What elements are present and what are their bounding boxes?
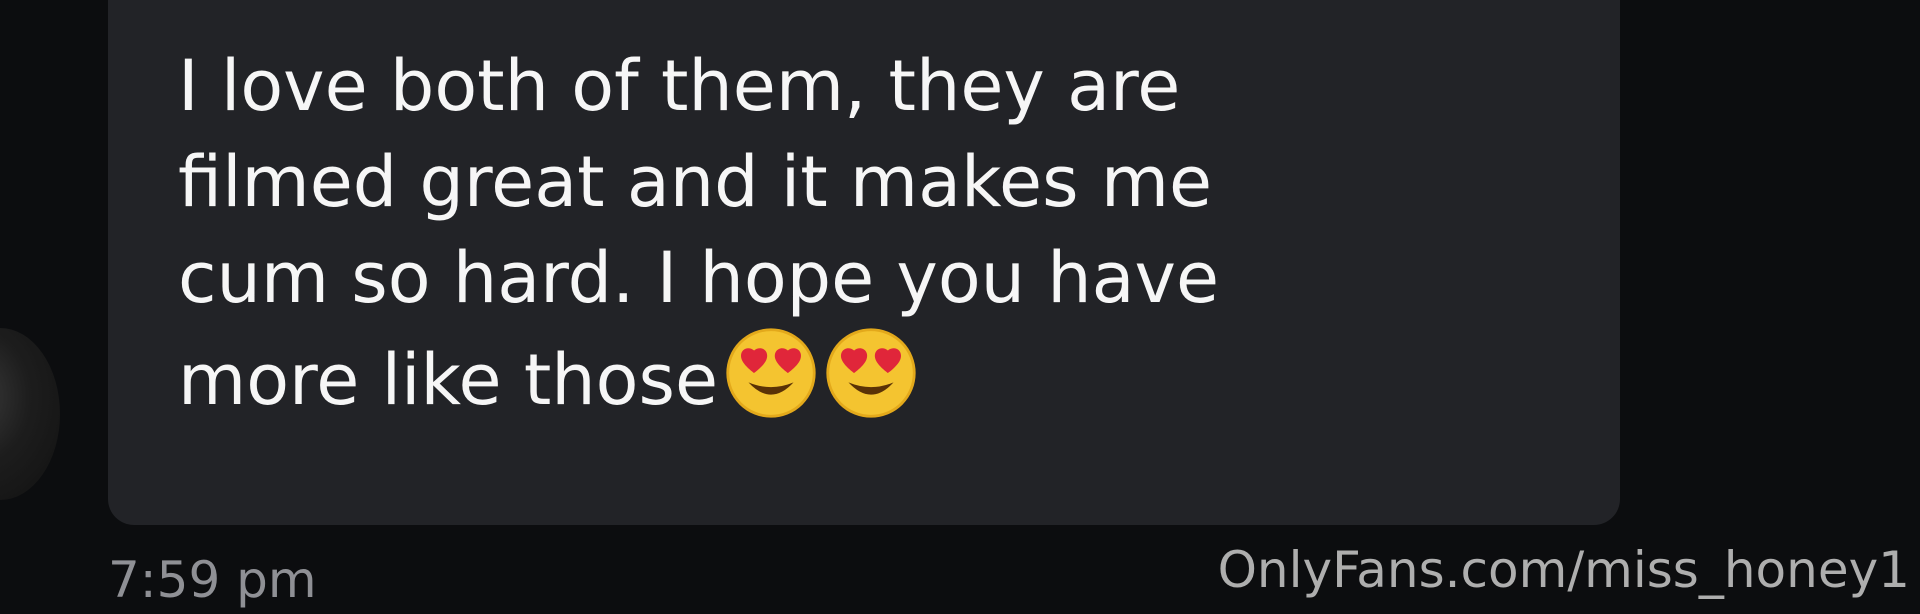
message-body: I love both of them, they are filmed gre… [178, 45, 1220, 421]
message-timestamp: 7:59 pm [108, 551, 317, 609]
watermark-text: OnlyFans.com/miss_honey1 [1217, 541, 1910, 599]
heart-eyes-emoji-icon [824, 326, 918, 444]
sender-avatar[interactable] [0, 328, 60, 500]
message-bubble: I love both of them, they are filmed gre… [108, 0, 1620, 525]
heart-eyes-emoji-icon [724, 326, 818, 444]
message-text: I love both of them, they are filmed gre… [178, 38, 1508, 444]
